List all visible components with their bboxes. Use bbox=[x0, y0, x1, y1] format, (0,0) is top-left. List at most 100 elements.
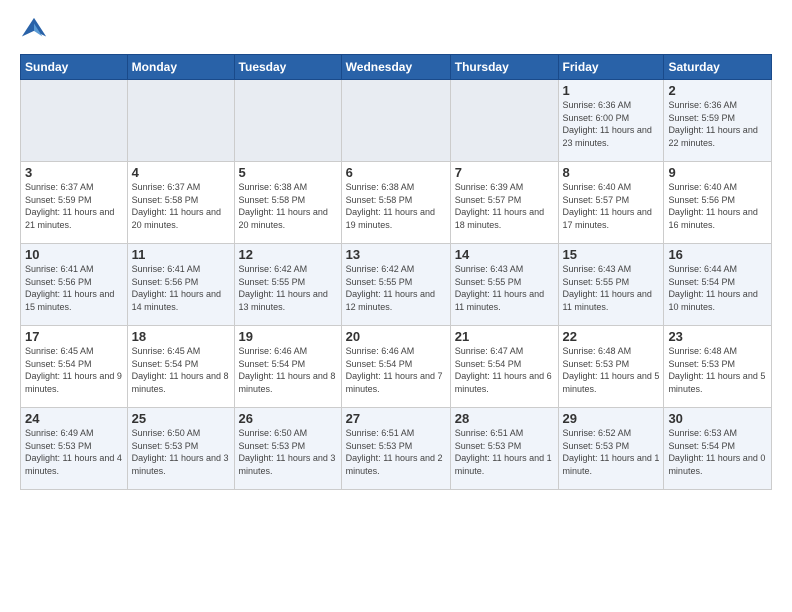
calendar-cell: 7Sunrise: 6:39 AMSunset: 5:57 PMDaylight… bbox=[450, 162, 558, 244]
calendar-cell: 19Sunrise: 6:46 AMSunset: 5:54 PMDayligh… bbox=[234, 326, 341, 408]
day-number: 22 bbox=[563, 329, 660, 344]
day-info: Sunrise: 6:48 AMSunset: 5:53 PMDaylight:… bbox=[563, 345, 660, 395]
day-info: Sunrise: 6:41 AMSunset: 5:56 PMDaylight:… bbox=[132, 263, 230, 313]
day-number: 15 bbox=[563, 247, 660, 262]
day-number: 20 bbox=[346, 329, 446, 344]
day-info: Sunrise: 6:42 AMSunset: 5:55 PMDaylight:… bbox=[239, 263, 337, 313]
day-number: 2 bbox=[668, 83, 767, 98]
calendar-cell: 12Sunrise: 6:42 AMSunset: 5:55 PMDayligh… bbox=[234, 244, 341, 326]
day-info: Sunrise: 6:36 AMSunset: 5:59 PMDaylight:… bbox=[668, 99, 767, 149]
calendar-row-0: 1Sunrise: 6:36 AMSunset: 6:00 PMDaylight… bbox=[21, 80, 772, 162]
calendar-cell: 22Sunrise: 6:48 AMSunset: 5:53 PMDayligh… bbox=[558, 326, 664, 408]
day-number: 19 bbox=[239, 329, 337, 344]
calendar-cell: 17Sunrise: 6:45 AMSunset: 5:54 PMDayligh… bbox=[21, 326, 128, 408]
day-number: 13 bbox=[346, 247, 446, 262]
day-number: 25 bbox=[132, 411, 230, 426]
calendar-cell: 27Sunrise: 6:51 AMSunset: 5:53 PMDayligh… bbox=[341, 408, 450, 490]
day-info: Sunrise: 6:45 AMSunset: 5:54 PMDaylight:… bbox=[132, 345, 230, 395]
day-info: Sunrise: 6:44 AMSunset: 5:54 PMDaylight:… bbox=[668, 263, 767, 313]
day-number: 29 bbox=[563, 411, 660, 426]
day-info: Sunrise: 6:43 AMSunset: 5:55 PMDaylight:… bbox=[455, 263, 554, 313]
day-info: Sunrise: 6:36 AMSunset: 6:00 PMDaylight:… bbox=[563, 99, 660, 149]
calendar-cell: 8Sunrise: 6:40 AMSunset: 5:57 PMDaylight… bbox=[558, 162, 664, 244]
day-info: Sunrise: 6:47 AMSunset: 5:54 PMDaylight:… bbox=[455, 345, 554, 395]
calendar-cell bbox=[127, 80, 234, 162]
calendar: SundayMondayTuesdayWednesdayThursdayFrid… bbox=[20, 54, 772, 490]
day-info: Sunrise: 6:53 AMSunset: 5:54 PMDaylight:… bbox=[668, 427, 767, 477]
calendar-cell: 10Sunrise: 6:41 AMSunset: 5:56 PMDayligh… bbox=[21, 244, 128, 326]
calendar-cell: 20Sunrise: 6:46 AMSunset: 5:54 PMDayligh… bbox=[341, 326, 450, 408]
calendar-row-2: 10Sunrise: 6:41 AMSunset: 5:56 PMDayligh… bbox=[21, 244, 772, 326]
calendar-cell: 26Sunrise: 6:50 AMSunset: 5:53 PMDayligh… bbox=[234, 408, 341, 490]
calendar-cell: 24Sunrise: 6:49 AMSunset: 5:53 PMDayligh… bbox=[21, 408, 128, 490]
weekday-thursday: Thursday bbox=[450, 55, 558, 80]
calendar-cell bbox=[341, 80, 450, 162]
weekday-header: SundayMondayTuesdayWednesdayThursdayFrid… bbox=[21, 55, 772, 80]
day-info: Sunrise: 6:39 AMSunset: 5:57 PMDaylight:… bbox=[455, 181, 554, 231]
calendar-cell: 9Sunrise: 6:40 AMSunset: 5:56 PMDaylight… bbox=[664, 162, 772, 244]
day-number: 1 bbox=[563, 83, 660, 98]
page: SundayMondayTuesdayWednesdayThursdayFrid… bbox=[0, 0, 792, 500]
day-info: Sunrise: 6:49 AMSunset: 5:53 PMDaylight:… bbox=[25, 427, 123, 477]
day-number: 6 bbox=[346, 165, 446, 180]
day-number: 9 bbox=[668, 165, 767, 180]
day-number: 21 bbox=[455, 329, 554, 344]
calendar-row-3: 17 Sunrise: 6:45 AMSunset: 5:54 PMDayligh… bbox=[21, 326, 772, 408]
calendar-row-1: 3Sunrise: 6:37 AMSunset: 5:59 PMDaylight… bbox=[21, 162, 772, 244]
calendar-cell: 30Sunrise: 6:53 AMSunset: 5:54 PMDayligh… bbox=[664, 408, 772, 490]
day-number: 10 bbox=[25, 247, 123, 262]
calendar-cell: 28Sunrise: 6:51 AMSunset: 5:53 PMDayligh… bbox=[450, 408, 558, 490]
day-info: Sunrise: 6:41 AMSunset: 5:56 PMDaylight:… bbox=[25, 263, 123, 313]
day-number: 23 bbox=[668, 329, 767, 344]
day-number: 11 bbox=[132, 247, 230, 262]
day-info: Sunrise: 6:51 AMSunset: 5:53 PMDaylight:… bbox=[346, 427, 446, 477]
day-info: Sunrise: 6:40 AMSunset: 5:56 PMDaylight:… bbox=[668, 181, 767, 231]
day-number: 26 bbox=[239, 411, 337, 426]
day-info: Sunrise: 6:46 AMSunset: 5:54 PMDaylight:… bbox=[346, 345, 446, 395]
calendar-cell: 11Sunrise: 6:41 AMSunset: 5:56 PMDayligh… bbox=[127, 244, 234, 326]
calendar-cell bbox=[234, 80, 341, 162]
day-info: Sunrise: 6:50 AMSunset: 5:53 PMDaylight:… bbox=[239, 427, 337, 477]
calendar-cell: 21Sunrise: 6:47 AMSunset: 5:54 PMDayligh… bbox=[450, 326, 558, 408]
calendar-cell: 23Sunrise: 6:48 AMSunset: 5:53 PMDayligh… bbox=[664, 326, 772, 408]
calendar-cell: 4Sunrise: 6:37 AMSunset: 5:58 PMDaylight… bbox=[127, 162, 234, 244]
day-number: 24 bbox=[25, 411, 123, 426]
day-number: 30 bbox=[668, 411, 767, 426]
logo-icon bbox=[20, 16, 48, 44]
day-number: 8 bbox=[563, 165, 660, 180]
day-number: 3 bbox=[25, 165, 123, 180]
day-info: Sunrise: 6:38 AMSunset: 5:58 PMDaylight:… bbox=[239, 181, 337, 231]
day-number: 28 bbox=[455, 411, 554, 426]
weekday-monday: Monday bbox=[127, 55, 234, 80]
calendar-cell: 1Sunrise: 6:36 AMSunset: 6:00 PMDaylight… bbox=[558, 80, 664, 162]
day-number: 7 bbox=[455, 165, 554, 180]
day-number: 4 bbox=[132, 165, 230, 180]
calendar-cell bbox=[450, 80, 558, 162]
calendar-cell: 2Sunrise: 6:36 AMSunset: 5:59 PMDaylight… bbox=[664, 80, 772, 162]
weekday-tuesday: Tuesday bbox=[234, 55, 341, 80]
weekday-saturday: Saturday bbox=[664, 55, 772, 80]
calendar-cell: 15Sunrise: 6:43 AMSunset: 5:55 PMDayligh… bbox=[558, 244, 664, 326]
day-number: 27 bbox=[346, 411, 446, 426]
calendar-cell: 25Sunrise: 6:50 AMSunset: 5:53 PMDayligh… bbox=[127, 408, 234, 490]
calendar-cell: 6Sunrise: 6:38 AMSunset: 5:58 PMDaylight… bbox=[341, 162, 450, 244]
calendar-cell: 13Sunrise: 6:42 AMSunset: 5:55 PMDayligh… bbox=[341, 244, 450, 326]
weekday-sunday: Sunday bbox=[21, 55, 128, 80]
day-info: Sunrise: 6:51 AMSunset: 5:53 PMDaylight:… bbox=[455, 427, 554, 477]
calendar-cell: 16Sunrise: 6:44 AMSunset: 5:54 PMDayligh… bbox=[664, 244, 772, 326]
calendar-body: 1Sunrise: 6:36 AMSunset: 6:00 PMDaylight… bbox=[21, 80, 772, 490]
calendar-cell: 3Sunrise: 6:37 AMSunset: 5:59 PMDaylight… bbox=[21, 162, 128, 244]
weekday-wednesday: Wednesday bbox=[341, 55, 450, 80]
weekday-friday: Friday bbox=[558, 55, 664, 80]
day-info: Sunrise: 6:50 AMSunset: 5:53 PMDaylight:… bbox=[132, 427, 230, 477]
calendar-cell bbox=[21, 80, 128, 162]
day-info: Sunrise: 6:38 AMSunset: 5:58 PMDaylight:… bbox=[346, 181, 446, 231]
day-info: Sunrise: 6:43 AMSunset: 5:55 PMDaylight:… bbox=[563, 263, 660, 313]
day-number: 5 bbox=[239, 165, 337, 180]
day-info: Sunrise: 6:40 AMSunset: 5:57 PMDaylight:… bbox=[563, 181, 660, 231]
calendar-cell: 29Sunrise: 6:52 AMSunset: 5:53 PMDayligh… bbox=[558, 408, 664, 490]
day-number: 17 bbox=[25, 329, 123, 344]
day-number: 16 bbox=[668, 247, 767, 262]
calendar-row-4: 24Sunrise: 6:49 AMSunset: 5:53 PMDayligh… bbox=[21, 408, 772, 490]
calendar-cell: 14Sunrise: 6:43 AMSunset: 5:55 PMDayligh… bbox=[450, 244, 558, 326]
